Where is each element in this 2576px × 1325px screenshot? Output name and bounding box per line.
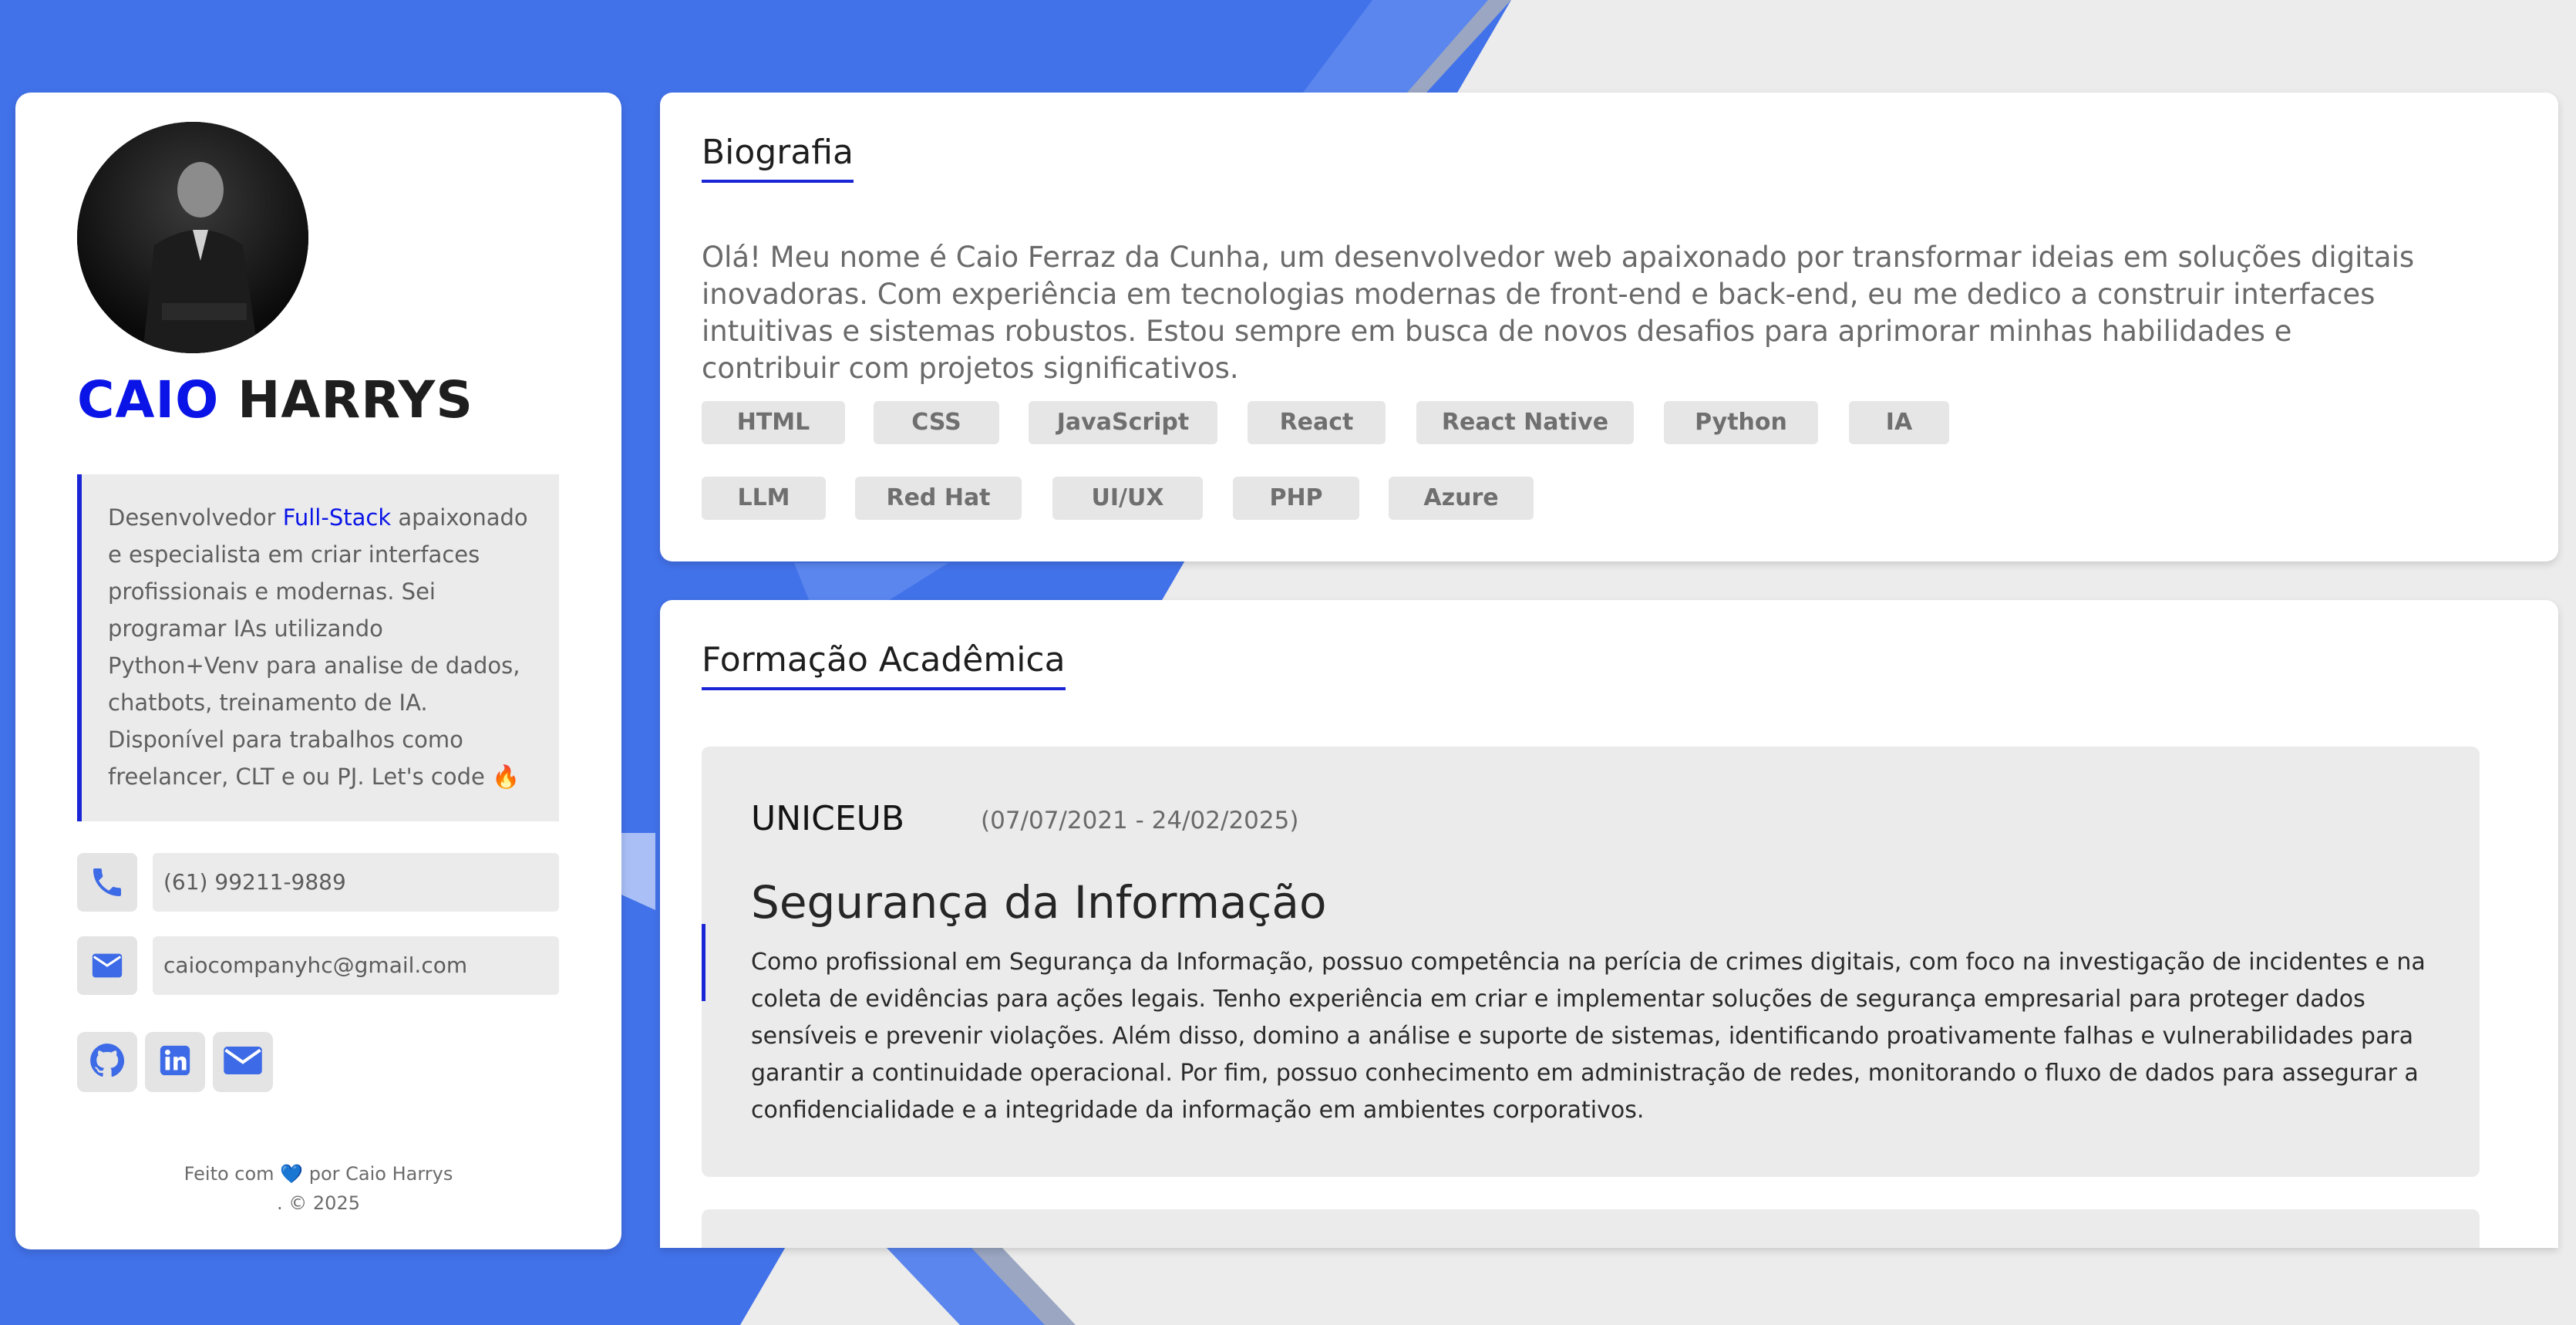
biography-text: Olá! Meu nome é Caio Ferraz da Cunha, um…	[702, 241, 2415, 385]
profile-about: Desenvolvedor Full-Stack apaixonado e es…	[77, 474, 559, 821]
about-prefix: Desenvolvedor	[108, 504, 283, 531]
first-name: CAIO	[77, 370, 220, 430]
last-name: HARRYS	[237, 370, 473, 430]
skill-chip: Red Hat	[855, 477, 1022, 520]
profile-sidebar: CAIO HARRYS Desenvolvedor Full-Stack apa…	[15, 93, 621, 1249]
skill-chip: Python	[1664, 401, 1818, 444]
email-row: caiocompanyhc@gmail.com	[77, 936, 574, 995]
biography-title: Biografia	[702, 133, 854, 183]
education-description: Como profissional em Segurança da Inform…	[751, 949, 2426, 1124]
footer-credit: Feito com 💙 por Caio Harrys	[184, 1163, 453, 1185]
education-course: Segurança da Informação	[751, 876, 1327, 929]
education-dates: (07/07/2021 - 24/02/2025)	[981, 807, 1299, 834]
skill-chip: IA	[1849, 401, 1949, 444]
avatar	[77, 122, 308, 353]
education-institution: UNICEUB	[751, 799, 905, 838]
linkedin-link[interactable]	[145, 1032, 205, 1092]
github-link[interactable]	[77, 1032, 137, 1092]
education-accent-bar	[702, 924, 705, 1001]
phone-row: (61) 99211-9889	[77, 853, 574, 912]
skill-chip: React	[1248, 401, 1386, 444]
skill-chip: JavaScript	[1029, 401, 1217, 444]
education-item: UNICEUB (07/07/2021 - 24/02/2025) Segura…	[702, 747, 2480, 1177]
about-highlight: Full-Stack	[282, 504, 392, 531]
phone-field[interactable]: (61) 99211-9889	[153, 853, 559, 912]
github-icon	[88, 1041, 126, 1083]
skill-chip: PHP	[1233, 477, 1359, 520]
about-text: apaixonado e especialista em criar inter…	[108, 504, 528, 790]
biography-card: Biografia Olá! Meu nome é Caio Ferraz da…	[660, 93, 2558, 561]
skill-chip: LLM	[702, 477, 826, 520]
footer-copyright: . © 2025	[277, 1192, 360, 1214]
education-item-next	[702, 1209, 2480, 1248]
email-icon	[77, 936, 137, 995]
phone-icon	[77, 853, 137, 912]
education-title: Formação Acadêmica	[702, 640, 1066, 690]
skill-chip: Azure	[1389, 477, 1534, 520]
skill-chip: CSS	[874, 401, 999, 444]
email-field[interactable]: caiocompanyhc@gmail.com	[153, 936, 559, 995]
education-card: Formação Acadêmica UNICEUB (07/07/2021 -…	[660, 600, 2558, 1248]
linkedin-icon	[157, 1043, 193, 1081]
profile-name: CAIO HARRYS	[77, 370, 473, 430]
mail-link[interactable]	[213, 1032, 273, 1092]
mail-icon	[222, 1043, 264, 1081]
skill-chip: React Native	[1416, 401, 1634, 444]
skill-chip: HTML	[702, 401, 845, 444]
skill-chip: UI/UX	[1052, 477, 1203, 520]
